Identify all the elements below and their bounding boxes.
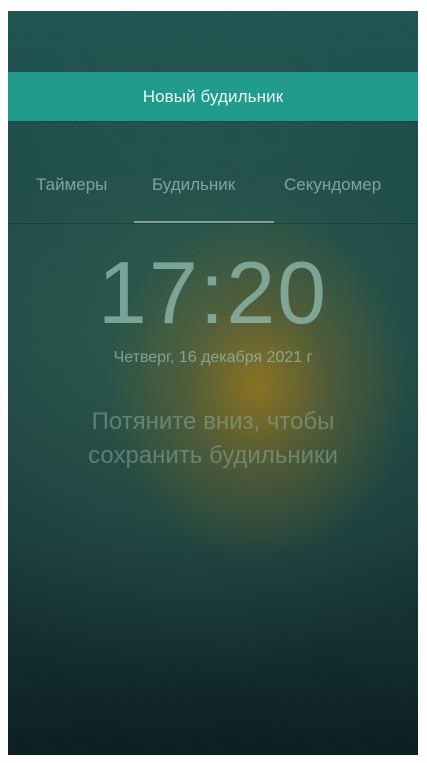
tab-bar: Таймеры Будильник Секундомер [8, 159, 418, 223]
new-alarm-label: Новый будильник [142, 86, 284, 106]
tab-timers[interactable]: Таймеры [36, 175, 107, 195]
tab-stopwatch[interactable]: Секундомер [284, 175, 381, 195]
new-alarm-button[interactable]: Новый будильник [8, 72, 418, 121]
hint-line-2: сохранить будильники [88, 442, 338, 469]
hint-line-1: Потяните вниз, чтобы [91, 408, 335, 435]
alarm-screen: Новый будильник Таймеры Будильник Секунд… [8, 11, 418, 755]
status-area [8, 11, 418, 72]
current-date: Четверг, 16 декабря 2021 г [113, 349, 313, 366]
pull-down-hint: Потяните вниз, чтобы сохранить будильник… [8, 405, 418, 473]
tab-alarm[interactable]: Будильник [152, 175, 235, 195]
current-time: 17:20 [97, 243, 329, 342]
tabs-divider [8, 223, 418, 224]
